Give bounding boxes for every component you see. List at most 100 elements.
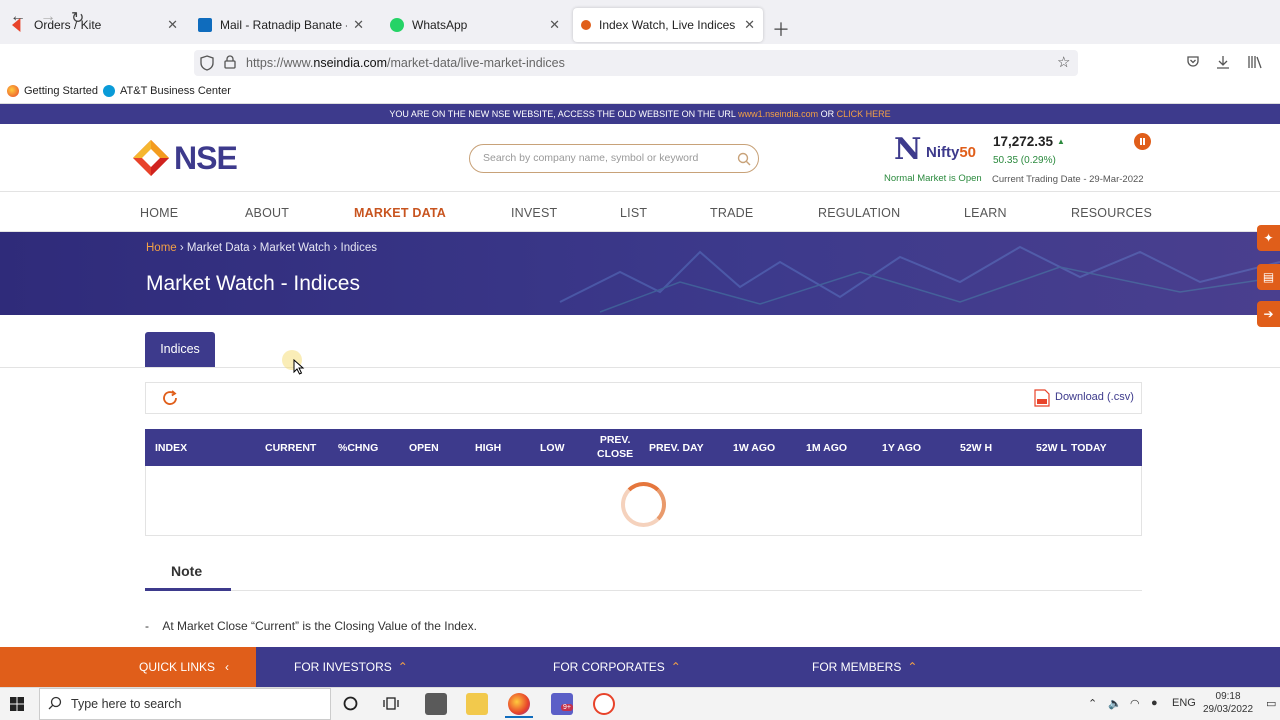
- bookmark-label: AT&T Business Center: [120, 85, 231, 97]
- tab-kite[interactable]: Orders / Kite ✕: [4, 8, 186, 42]
- old-site-link[interactable]: www1.nseindia.com: [738, 109, 818, 119]
- click-here-link[interactable]: CLICK HERE: [837, 109, 891, 119]
- firefox-icon: [7, 85, 19, 97]
- active-app-indicator: [505, 716, 533, 718]
- notifications-icon[interactable]: ▭: [1266, 697, 1276, 710]
- tray-chevron-icon[interactable]: ⌃: [1088, 697, 1097, 710]
- microphone-icon[interactable]: ●: [1151, 697, 1158, 709]
- col-index[interactable]: INDEX: [155, 441, 187, 455]
- new-tab-icon[interactable]: ＋: [772, 16, 790, 42]
- pocket-icon[interactable]: [1186, 55, 1200, 69]
- col-high[interactable]: HIGH: [475, 441, 501, 455]
- search-placeholder: Search by company name, symbol or keywor…: [483, 152, 699, 164]
- close-icon[interactable]: ✕: [549, 17, 560, 33]
- menu-regulation[interactable]: REGULATION: [818, 206, 900, 220]
- task-view-icon[interactable]: [383, 696, 399, 711]
- file-explorer-icon[interactable]: [466, 693, 488, 715]
- tab-whatsapp[interactable]: WhatsApp ✕: [382, 8, 568, 42]
- menu-trade[interactable]: TRADE: [710, 206, 753, 220]
- whatsapp-icon: [390, 18, 404, 32]
- clock-date: 29/03/2022: [1203, 704, 1254, 715]
- col-today[interactable]: TODAY: [1071, 441, 1107, 455]
- menu-about[interactable]: ABOUT: [245, 206, 289, 220]
- col-open[interactable]: OPEN: [409, 441, 439, 455]
- for-investors-button[interactable]: FOR INVESTORS ⌃: [294, 660, 408, 674]
- close-icon[interactable]: ✕: [167, 17, 178, 33]
- download-csv-link[interactable]: Download (.csv): [1055, 391, 1134, 403]
- loading-spinner-icon: [621, 482, 666, 527]
- quick-links-label: QUICK LINKS: [139, 660, 216, 674]
- chevron-left-icon: ‹: [225, 660, 230, 674]
- snipping-tool-icon[interactable]: [593, 693, 615, 715]
- menu-home[interactable]: HOME: [140, 206, 178, 220]
- menu-market-data[interactable]: MARKET DATA: [354, 206, 446, 220]
- menu-invest[interactable]: INVEST: [511, 206, 557, 220]
- bookmark-getting-started[interactable]: Getting Started: [7, 85, 98, 97]
- forward-icon[interactable]: →: [40, 8, 56, 26]
- breadcrumb-market-data[interactable]: Market Data: [187, 242, 250, 254]
- menu-learn[interactable]: LEARN: [964, 206, 1007, 220]
- tab-indices[interactable]: Indices: [145, 332, 215, 367]
- tab-title: WhatsApp: [412, 18, 468, 32]
- for-corporates-label: FOR CORPORATES: [553, 660, 665, 674]
- close-icon[interactable]: ✕: [353, 17, 364, 33]
- breadcrumb-indices: Indices: [340, 242, 377, 254]
- col-52w-low[interactable]: 52W L: [1036, 441, 1067, 455]
- speaker-icon[interactable]: 🔈: [1108, 697, 1122, 710]
- col-1y-ago[interactable]: 1Y AGO: [882, 441, 921, 455]
- download-icon[interactable]: [1216, 55, 1230, 69]
- quick-links-button[interactable]: QUICK LINKS ‹: [139, 660, 229, 674]
- nse-logo-text[interactable]: NSE: [174, 140, 238, 177]
- for-members-label: FOR MEMBERS: [812, 660, 902, 674]
- bookmark-label: Getting Started: [24, 85, 98, 97]
- refresh-icon[interactable]: [161, 389, 179, 407]
- csv-file-icon[interactable]: [1034, 389, 1050, 407]
- bookmark-att[interactable]: AT&T Business Center: [103, 85, 231, 97]
- library-icon[interactable]: [1247, 55, 1262, 69]
- pause-icon[interactable]: [1134, 133, 1151, 150]
- note-tab[interactable]: Note: [171, 563, 202, 579]
- note-divider: [145, 590, 1142, 591]
- breadcrumb-market-watch[interactable]: Market Watch: [260, 242, 331, 254]
- windows-start-icon[interactable]: [10, 697, 24, 711]
- back-icon[interactable]: ←: [10, 8, 26, 26]
- reload-icon[interactable]: ↻: [71, 8, 84, 28]
- col-1m-ago[interactable]: 1M AGO: [806, 441, 847, 455]
- firefox-icon[interactable]: [508, 693, 530, 715]
- att-icon: [103, 85, 115, 97]
- wifi-icon[interactable]: ◠: [1130, 697, 1140, 710]
- url-text[interactable]: https://www.nseindia.com/market-data/liv…: [246, 56, 565, 70]
- col-prev-day[interactable]: PREV. DAY: [649, 441, 704, 455]
- tab-title: Mail - Ratnadip Banate - Outlook: [220, 18, 347, 32]
- col-prev-close[interactable]: PREV. CLOSE: [597, 433, 633, 461]
- for-corporates-button[interactable]: FOR CORPORATES ⌃: [553, 660, 681, 674]
- col-1w-ago[interactable]: 1W AGO: [733, 441, 775, 455]
- accessibility-icon[interactable]: ✦: [1257, 225, 1280, 251]
- col-current[interactable]: CURRENT: [265, 441, 316, 455]
- breadcrumb-home[interactable]: Home: [146, 242, 177, 254]
- star-icon[interactable]: ☆: [1057, 53, 1070, 71]
- exit-icon[interactable]: ➔: [1257, 301, 1280, 327]
- col-low[interactable]: LOW: [540, 441, 565, 455]
- search-icon[interactable]: [737, 152, 751, 166]
- cortana-icon[interactable]: [343, 696, 358, 711]
- col-change[interactable]: %CHNG: [338, 441, 378, 455]
- menu-resources[interactable]: RESOURCES: [1071, 206, 1152, 220]
- lock-icon[interactable]: [224, 55, 236, 69]
- tabs-divider: [0, 367, 1280, 368]
- col-prev-close-line2: CLOSE: [597, 448, 634, 460]
- tab-outlook[interactable]: Mail - Ratnadip Banate - Outlook ✕: [190, 8, 372, 42]
- breadcrumb-sep: ›: [330, 242, 341, 254]
- for-members-button[interactable]: FOR MEMBERS ⌃: [812, 660, 917, 674]
- language-indicator[interactable]: ENG: [1172, 697, 1196, 709]
- menu-list[interactable]: LIST: [620, 206, 647, 220]
- calculator-icon[interactable]: [425, 693, 447, 715]
- trading-date: Current Trading Date - 29-Mar-2022: [992, 174, 1144, 185]
- close-icon[interactable]: ✕: [744, 17, 755, 33]
- clipboard-icon[interactable]: ▤: [1257, 264, 1280, 290]
- taskbar-clock[interactable]: 09:18 29/03/2022: [1203, 690, 1253, 716]
- nse-logo-icon[interactable]: [133, 140, 169, 176]
- tab-nse[interactable]: Index Watch, Live Indices Watch ✕: [573, 8, 763, 42]
- col-52w-high[interactable]: 52W H: [960, 441, 992, 455]
- shield-icon[interactable]: [200, 55, 214, 71]
